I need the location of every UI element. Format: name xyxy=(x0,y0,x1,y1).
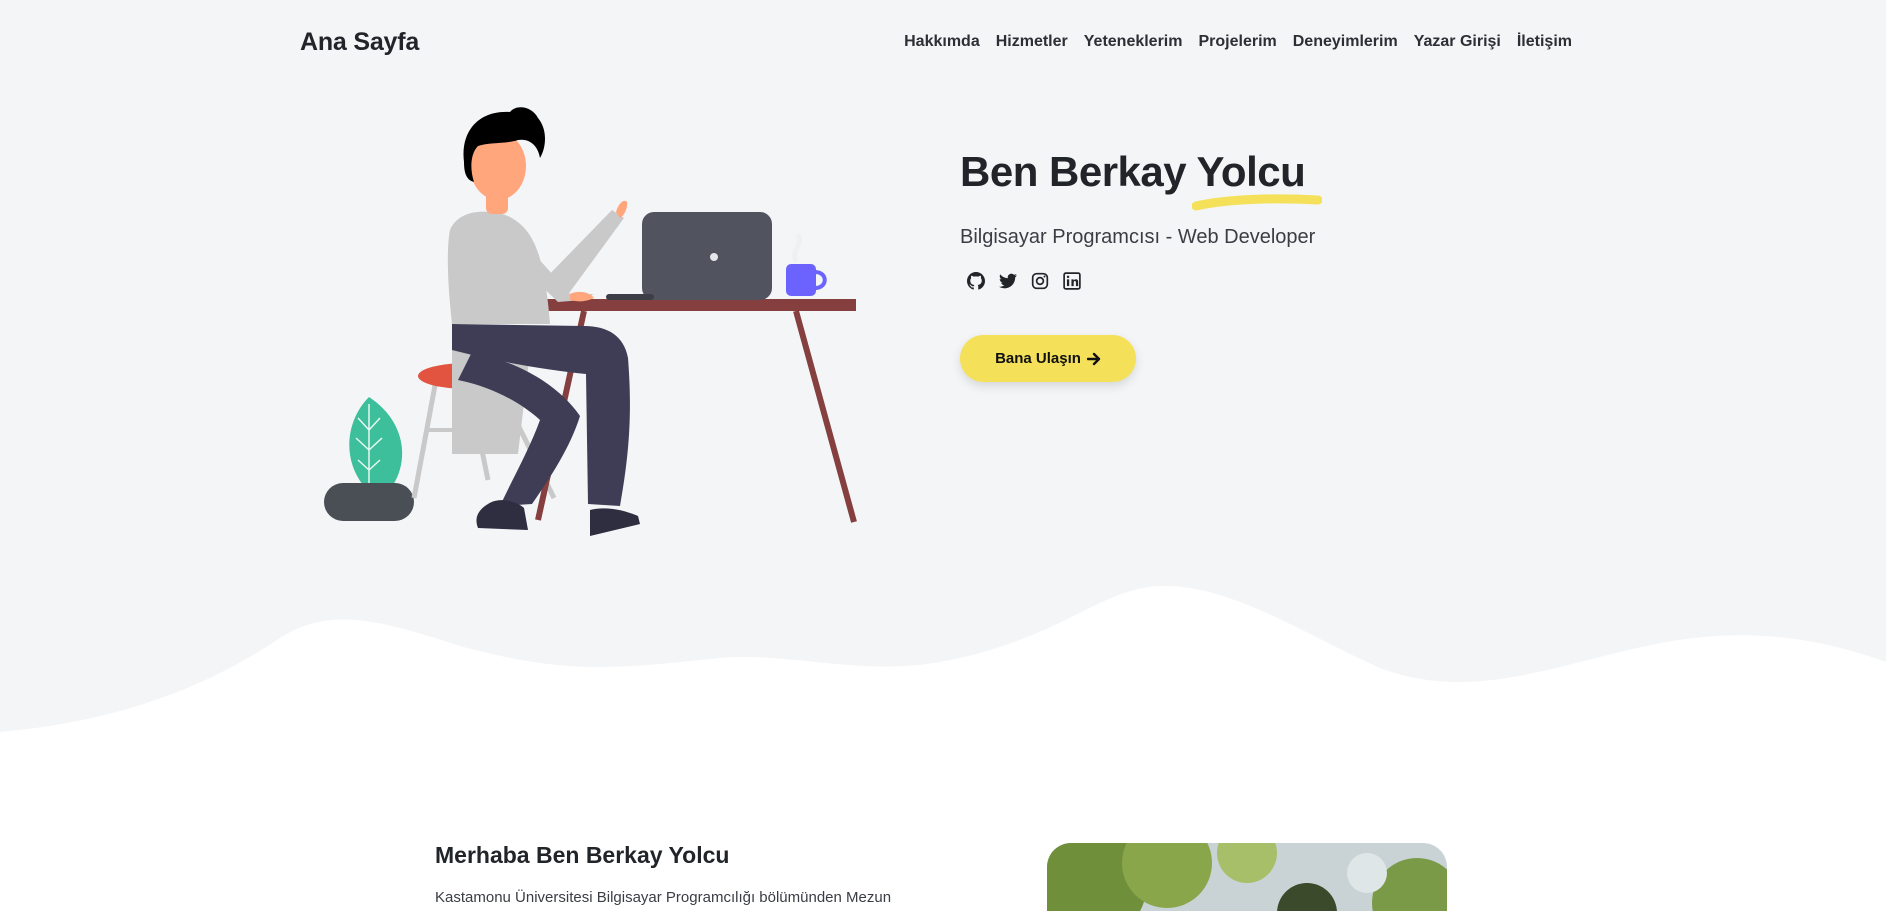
plant-illustration xyxy=(324,397,414,521)
hero-wave-divider xyxy=(0,585,1886,760)
profile-photo-image xyxy=(1047,843,1447,911)
social-links xyxy=(966,271,1480,291)
nav-link-projelerim[interactable]: Projelerim xyxy=(1198,33,1276,51)
nav-link-deneyimlerim[interactable]: Deneyimlerim xyxy=(1293,33,1398,51)
instagram-icon[interactable] xyxy=(1030,271,1050,291)
nav-link-hakkimda[interactable]: Hakkımda xyxy=(904,33,980,51)
hero-name-heading: Ben Berkay Yolcu xyxy=(960,148,1322,211)
laptop-illustration xyxy=(606,212,772,300)
contact-me-button[interactable]: Bana Ulaşın xyxy=(960,335,1136,382)
linkedin-icon[interactable] xyxy=(1062,271,1082,291)
contact-me-label: Bana Ulaşın xyxy=(995,350,1081,367)
name-underline-highlight xyxy=(1192,194,1322,211)
nav-link-yeteneklerim[interactable]: Yeteneklerim xyxy=(1084,33,1183,51)
hero-intro: Ben Berkay Yolcu Bilgisayar Programcısı … xyxy=(960,148,1480,382)
person-illustration xyxy=(447,107,640,536)
nav-link-iletisim[interactable]: İletişim xyxy=(1517,33,1572,51)
nav-link-yazar-girisi[interactable]: Yazar Girişi xyxy=(1414,33,1501,51)
about-section: Merhaba Ben Berkay Yolcu Kastamonu Ünive… xyxy=(435,842,995,906)
arrow-right-icon xyxy=(1086,352,1101,365)
github-icon[interactable] xyxy=(966,271,986,291)
about-text: Kastamonu Üniversitesi Bilgisayar Progra… xyxy=(435,889,892,906)
twitter-icon[interactable] xyxy=(998,271,1018,291)
hero-subtitle: Bilgisayar Programcısı - Web Developer xyxy=(960,226,1316,248)
top-navbar: Ana Sayfa Hakkımda Hizmetler Yetenekleri… xyxy=(300,22,1572,62)
profile-photo xyxy=(1047,843,1447,911)
brand-home-link[interactable]: Ana Sayfa xyxy=(300,28,419,57)
nav-links: Hakkımda Hizmetler Yeteneklerim Projeler… xyxy=(904,33,1572,51)
mug-illustration xyxy=(786,232,827,296)
developer-illustration xyxy=(324,107,857,536)
about-title: Merhaba Ben Berkay Yolcu xyxy=(435,842,730,868)
hero-name-text: Ben Berkay Yolcu xyxy=(960,148,1306,195)
hero-section xyxy=(0,0,1886,760)
nav-link-hizmetler[interactable]: Hizmetler xyxy=(996,33,1068,51)
